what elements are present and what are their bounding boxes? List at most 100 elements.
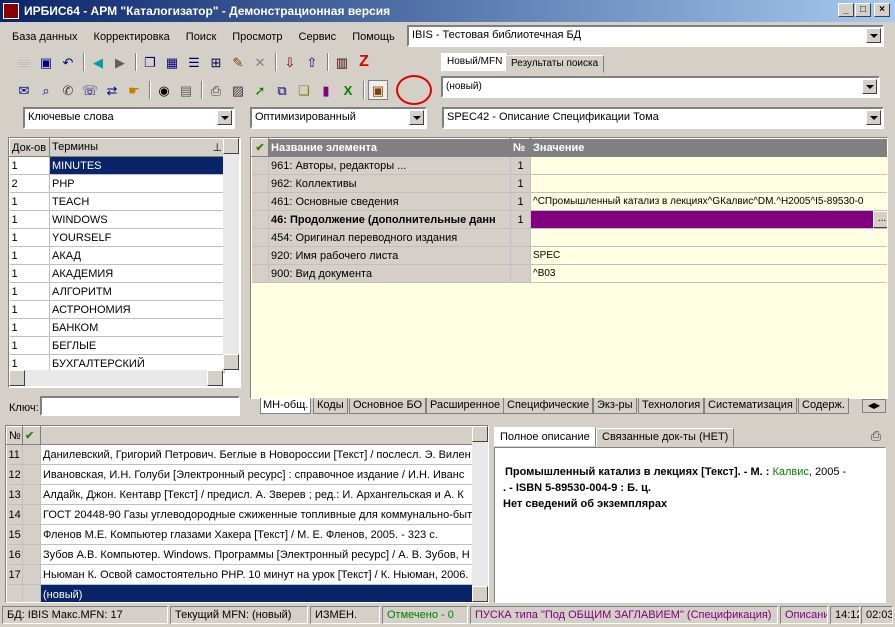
folder-icon[interactable]: ▤ [176,80,196,100]
tab-full-description[interactable]: Полное описание [494,427,596,447]
record-select[interactable]: (новый) [441,76,880,98]
editor-row[interactable]: 920: Имя рабочего листа SPEC [251,246,887,265]
dictionary-row[interactable]: 1 TEACH [9,192,225,211]
dictionary-row[interactable]: 1 MINUTES [9,156,225,175]
editor-row[interactable]: 900: Вид документа ^B03 [251,264,887,283]
tab-scroll-arrows-icon[interactable]: ◀▶ [862,399,886,413]
tab-codes[interactable]: Коды [313,398,348,414]
tab-systematization[interactable]: Систематизация [704,398,797,414]
menu-view[interactable]: Просмотр [224,27,290,47]
search-doc-icon[interactable]: ⌕ [36,80,56,100]
editor-row[interactable]: 962: Коллективы 1 [251,174,887,193]
tab-main-bo[interactable]: Основное БО [349,398,427,414]
back-icon[interactable]: ◀ [88,52,108,72]
excel-icon[interactable]: X [338,80,358,100]
delete-icon[interactable]: ✕ [250,52,270,72]
export-icon[interactable]: ⇧ [302,52,322,72]
chat-icon[interactable]: ☏ [80,80,100,100]
record-row[interactable]: 16 Зубов А.В. Компьютер. Windows. Програм… [6,544,477,565]
scroll-down-icon[interactable] [472,586,488,602]
records-list[interactable]: № ✔ 11 Данилевский, Григорий Петрович. Бе… [5,425,489,603]
save-icon[interactable]: ▣ [36,52,56,72]
chevron-down-icon[interactable] [217,110,232,125]
forward-icon[interactable]: ▶ [110,52,130,72]
mail-icon[interactable]: ✆ [58,80,78,100]
key-input[interactable] [40,396,240,416]
dictionary-row[interactable]: 1 АСТРОНОМИЯ [9,300,225,319]
ellipsis-button[interactable]: ... [873,211,887,228]
scroll-left-icon[interactable] [9,370,25,386]
element-value[interactable]: ... [530,210,887,229]
maximize-button[interactable]: □ [855,3,871,17]
barcode-icon[interactable]: ▥ [332,52,352,72]
tab-new-mfn[interactable]: Новый/MFN [441,53,509,72]
dictionary-row[interactable]: 2 PHP [9,174,225,193]
dictionary-row[interactable]: 1 АКАДЕМИЯ [9,264,225,283]
menu-search[interactable]: Поиск [178,27,224,47]
swap-icon[interactable]: ⇄ [102,80,122,100]
element-value[interactable] [530,228,887,247]
header-doc-count[interactable]: Док-ов [9,138,50,157]
record-row[interactable]: 15 Фленов М.Е. Компьютер глазами Хакера [… [6,524,477,545]
print-preview-icon[interactable]: ▨ [228,80,248,100]
dictionary-select[interactable]: Ключевые слова [23,107,235,129]
dictionary-row[interactable]: 1 АЛГОРИТМ [9,282,225,301]
editor-row[interactable]: 461: Основные сведения 1 ^CПромышленный ка… [251,192,887,211]
check-icon[interactable]: ✔ [251,138,269,157]
grid-icon[interactable]: ▦ [162,52,182,72]
copy-record-icon[interactable]: ❐ [140,52,160,72]
header-element-name[interactable]: Название элемента [268,138,511,157]
record-row[interactable]: 12 Ивановская, И.Н. Голуби [Электронный р… [6,464,477,485]
worksheet-select[interactable]: SPEC42 - Описание Спецификации Тома [442,107,884,129]
header-num[interactable]: № [6,426,23,445]
dictionary-hscroll[interactable] [9,370,223,386]
dictionary-row[interactable]: 1 WINDOWS [9,210,225,229]
record-row[interactable]: 13 Алдайк, Джон. Кентавр [Текст] / предис… [6,484,477,505]
tab-specific[interactable]: Специфические [503,398,594,414]
editor-row[interactable]: 961: Авторы, редакторы ... 1 [251,156,887,175]
record-check[interactable] [22,504,41,525]
new-doc-icon[interactable]: ▭ [14,52,34,72]
close-button[interactable]: × [874,3,890,17]
record-row[interactable]: 11 Данилевский, Григорий Петрович. Беглые… [6,444,477,465]
header-value[interactable]: Значение [530,138,887,157]
copy-icon[interactable]: ⧉ [272,80,292,100]
check-icon[interactable]: ✔ [22,426,41,445]
tab-linked-docs[interactable]: Связанные док-ты (НЕТ) [596,428,735,447]
z3950-icon[interactable]: Z [354,52,374,72]
tab-extended[interactable]: Расширенное [426,398,505,414]
dictionary-row[interactable]: 1 БАНКОМ [9,318,225,337]
record-check[interactable] [22,444,41,465]
chevron-down-icon[interactable] [862,79,877,94]
header-terms[interactable]: Термины ⊥ [49,138,225,157]
element-value[interactable] [530,174,887,193]
comment-icon[interactable]: ✉ [14,80,34,100]
scroll-down-icon[interactable] [223,354,239,370]
chevron-down-icon[interactable] [409,110,424,125]
database-select[interactable]: IBIS - Тестовая библиотечная БД [407,25,884,47]
list-icon[interactable]: ☰ [184,52,204,72]
mode-select[interactable]: Оптимизированный [250,107,427,129]
export-doc-icon[interactable]: ➚ [250,80,270,100]
dictionary-row[interactable]: 1 YOURSELF [9,228,225,247]
special-worksheet-icon[interactable]: ▣ [368,80,388,100]
record-check[interactable] [22,484,41,505]
record-row[interactable]: 17 Ньюман К. Освой самостоятельно PHP. 10… [6,564,477,585]
header-number[interactable]: № [510,138,531,157]
element-value[interactable]: ^CПромышленный катализ в лекциях^GКалвис… [530,192,887,211]
scroll-up-icon[interactable] [223,138,239,154]
menu-edit[interactable]: Корректировка [86,27,178,47]
record-check[interactable] [22,584,41,602]
element-value[interactable]: SPEC [530,246,887,265]
dictionary-vscroll[interactable] [223,138,239,370]
element-value[interactable]: ^B03 [530,264,887,283]
stack-icon[interactable]: ❏ [294,80,314,100]
records-vscroll[interactable] [472,426,488,602]
menu-service[interactable]: Сервис [291,27,345,47]
scroll-up-icon[interactable] [472,426,488,442]
editor-row[interactable]: 46: Продолжение (дополнительные данн 1... [251,210,887,229]
record-check[interactable] [22,464,41,485]
record-check[interactable] [22,544,41,565]
print-icon[interactable]: ⎙ [206,80,226,100]
undo-icon[interactable]: ↶ [58,52,78,72]
